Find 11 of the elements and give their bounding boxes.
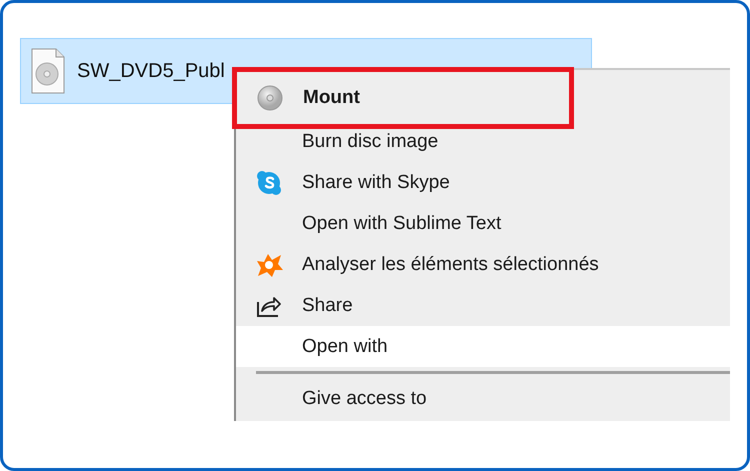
chat-bubble-icon <box>256 170 282 196</box>
menu-item[interactable]: Share with Skype <box>236 162 730 203</box>
file-name: SW_DVD5_Publ <box>77 60 225 82</box>
menu-item[interactable]: Open with Sublime Text <box>236 203 730 244</box>
menu-item[interactable]: Analyser les éléments sélectionnés <box>236 244 730 285</box>
disc-icon <box>257 85 283 111</box>
menu-item[interactable]: Mount <box>232 67 574 129</box>
menu-item[interactable]: Share <box>236 285 730 326</box>
menu-item[interactable]: Give access to <box>236 378 730 419</box>
menu-item[interactable]: Open with <box>236 326 730 367</box>
disc-image-file-icon <box>31 48 65 94</box>
